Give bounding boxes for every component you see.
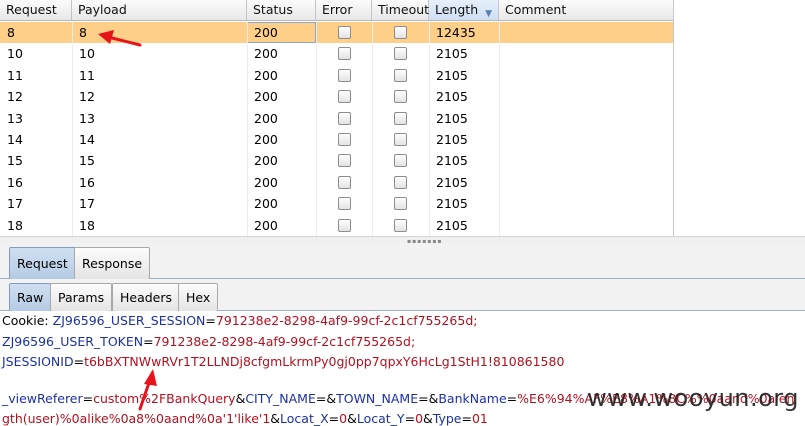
column-header-timeout[interactable]: Timeout [372, 0, 429, 21]
error-checkbox[interactable] [338, 175, 351, 189]
status-cell: 200 [254, 196, 278, 212]
table-row[interactable]: 16 16 200 2105 [0, 172, 673, 193]
intruder-results-table: Request Payload Status Error Timeout Len… [0, 0, 805, 236]
watermark: www.wooyun.org [587, 384, 799, 412]
column-header-comment[interactable]: Comment [499, 0, 673, 21]
payload-cell: 14 [79, 132, 95, 147]
table-row[interactable]: 10 10 200 2105 [0, 43, 673, 64]
payload-cell: 18 [79, 217, 95, 233]
column-divider [372, 21, 373, 236]
status-cell: 200 [254, 46, 278, 62]
message-line: JSESSIONID=t6bBXTNWwRVr1T2LLNDj8cfgmLkrm… [2, 354, 565, 369]
column-header-status[interactable]: Status [247, 0, 316, 21]
length-cell: 2105 [436, 196, 468, 212]
sort-descending-icon: ▼ [485, 9, 492, 19]
request-cell: 8 [7, 25, 15, 40]
timeout-checkbox[interactable] [394, 133, 407, 146]
table-row[interactable]: 13 13 200 2105 [0, 108, 673, 129]
length-cell: 2105 [436, 174, 468, 190]
payload-cell: 15 [79, 153, 95, 169]
payload-cell: 10 [79, 46, 95, 62]
request-cell: 13 [7, 110, 23, 126]
payload-cell: 16 [79, 174, 95, 190]
request-cell: 10 [7, 46, 23, 62]
tab-headers[interactable]: Headers [112, 283, 181, 311]
error-checkbox[interactable] [338, 197, 351, 211]
status-cell: 200 [254, 67, 278, 83]
payload-cell: 8 [79, 25, 87, 40]
payload-cell: 17 [79, 196, 95, 212]
request-cell: 11 [7, 67, 23, 83]
request-cell: 17 [7, 196, 23, 212]
timeout-checkbox[interactable] [394, 197, 407, 211]
tab-params[interactable]: Params [50, 283, 113, 311]
length-cell: 2105 [436, 46, 468, 62]
status-cell: 200 [247, 22, 316, 43]
results-grid[interactable]: Request Payload Status Error Timeout Len… [0, 0, 674, 236]
request-cell: 18 [7, 217, 23, 233]
error-checkbox[interactable] [338, 26, 351, 39]
column-header-payload[interactable]: Payload [72, 0, 247, 21]
error-checkbox[interactable] [338, 154, 351, 168]
pane-splitter[interactable]: ▪▪▪▪▪▪▪ [0, 236, 805, 245]
length-cell: 2105 [436, 89, 468, 105]
column-divider [316, 21, 317, 236]
timeout-checkbox[interactable] [394, 68, 407, 82]
timeout-checkbox[interactable] [394, 218, 407, 232]
error-checkbox[interactable] [338, 68, 351, 82]
status-cell: 200 [254, 174, 278, 190]
length-cell: 2105 [436, 153, 468, 169]
message-line: ZJ96596_USER_TOKEN=791238e2-8298-4af9-99… [2, 333, 416, 349]
tab-hex[interactable]: Hex [178, 283, 219, 311]
status-cell: 200 [254, 217, 278, 233]
column-divider [429, 21, 430, 236]
message-line: Cookie: ZJ96596_USER_SESSION=791238e2-82… [2, 313, 478, 328]
column-divider [499, 21, 500, 236]
timeout-checkbox[interactable] [394, 26, 407, 39]
table-row[interactable]: 12 12 200 2105 [0, 86, 673, 107]
error-checkbox[interactable] [338, 47, 351, 61]
column-divider [72, 21, 73, 236]
tab-response[interactable]: Response [74, 247, 151, 279]
length-cell: 12435 [436, 25, 476, 40]
request-cell: 15 [7, 153, 23, 169]
payload-cell: 12 [79, 89, 95, 105]
column-header-error[interactable]: Error [316, 0, 372, 21]
message-tabbar: Request Response [0, 243, 805, 279]
length-cell: 2105 [436, 132, 468, 147]
table-row[interactable]: 8 8 200 12435 [0, 22, 673, 43]
length-cell: 2105 [436, 217, 468, 233]
status-cell: 200 [254, 110, 278, 126]
timeout-checkbox[interactable] [394, 90, 407, 104]
request-cell: 12 [7, 89, 23, 105]
status-cell: 200 [254, 89, 278, 105]
timeout-checkbox[interactable] [394, 47, 407, 61]
length-cell: 2105 [436, 110, 468, 126]
status-cell: 200 [254, 153, 278, 169]
table-row[interactable]: 11 11 200 2105 [0, 65, 673, 86]
timeout-checkbox[interactable] [394, 154, 407, 168]
table-row[interactable]: 18 18 200 2105 [0, 215, 673, 236]
column-header-length[interactable]: Length ▼ [429, 0, 499, 21]
tab-request[interactable]: Request [9, 247, 76, 279]
table-row[interactable]: 14 14 200 2105 [0, 129, 673, 150]
column-divider [247, 21, 248, 236]
error-checkbox[interactable] [338, 133, 351, 146]
timeout-checkbox[interactable] [394, 111, 407, 125]
error-checkbox[interactable] [338, 218, 351, 232]
status-cell: 200 [254, 132, 278, 147]
length-cell: 2105 [436, 67, 468, 83]
view-tabbar: Raw Params Headers Hex [0, 279, 805, 311]
error-checkbox[interactable] [338, 111, 351, 125]
request-cell: 14 [7, 132, 23, 147]
timeout-checkbox[interactable] [394, 175, 407, 189]
table-row[interactable]: 15 15 200 2105 [0, 150, 673, 171]
request-cell: 16 [7, 174, 23, 190]
payload-cell: 13 [79, 110, 95, 126]
tab-raw[interactable]: Raw [9, 283, 52, 311]
error-checkbox[interactable] [338, 90, 351, 104]
column-header-request[interactable]: Request [0, 0, 72, 21]
payload-cell: 11 [79, 67, 95, 83]
table-row[interactable]: 17 17 200 2105 [0, 193, 673, 214]
